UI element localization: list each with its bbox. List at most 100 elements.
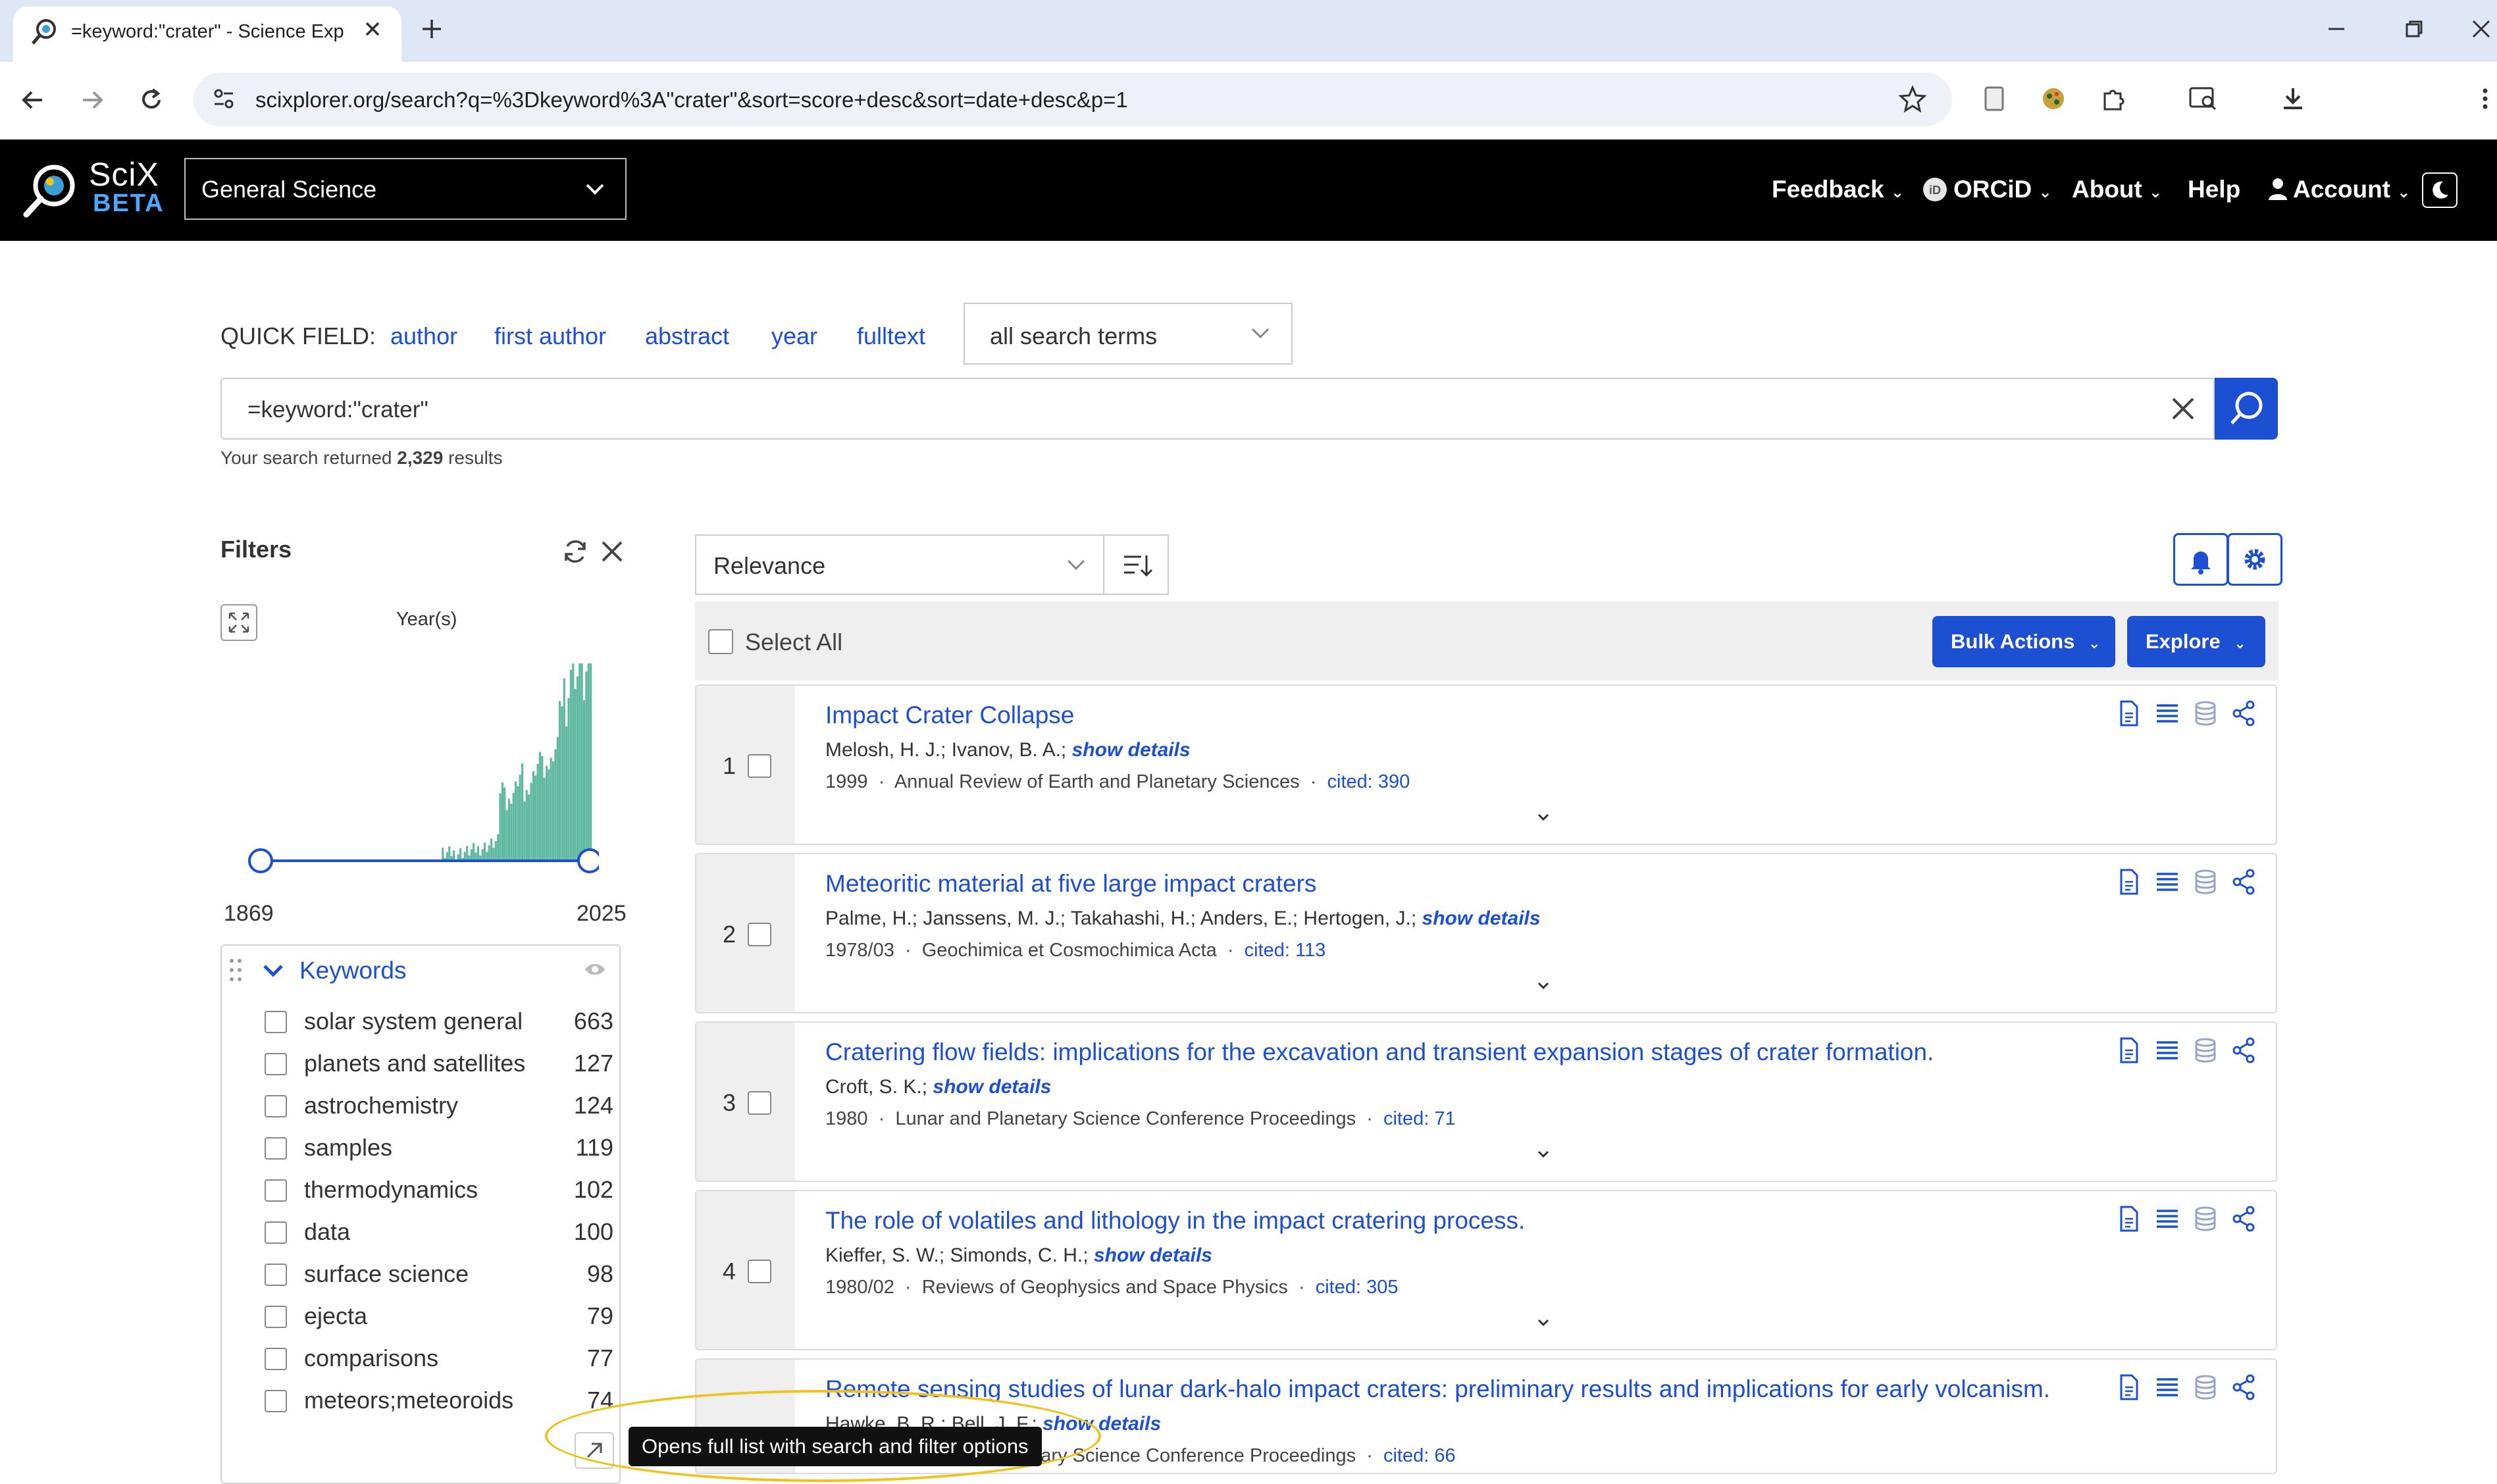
share-icon[interactable] [2229,1036,2258,1065]
share-icon[interactable] [2229,1204,2258,1233]
eye-icon[interactable] [583,959,607,979]
keyword-checkbox[interactable] [265,1179,287,1202]
file-icon[interactable] [2115,1204,2141,1233]
tab-search-icon[interactable] [2188,84,2219,113]
restore-icon[interactable] [2401,16,2427,42]
nav-feedback[interactable]: Feedback ⌄ [1772,174,1904,208]
forward-icon[interactable] [78,86,107,115]
result-title[interactable]: Remote sensing studies of lunar dark-hal… [825,1374,2050,1404]
keyword-checkbox[interactable] [265,1053,287,1075]
keyword-row[interactable]: meteors;meteoroids 74 [265,1385,613,1418]
keyword-checkbox[interactable] [265,1348,287,1370]
bookmark-star-icon[interactable] [1898,84,1927,113]
quick-field-first-author[interactable]: first author [494,322,606,351]
keyword-row[interactable]: comparisons 77 [265,1343,613,1375]
list-icon[interactable] [2153,1373,2182,1402]
keyword-row[interactable]: astrochemistry 124 [265,1090,613,1123]
database-icon[interactable] [2191,699,2220,728]
show-details-link[interactable]: show details [1422,908,1541,929]
share-icon[interactable] [2229,867,2258,896]
minimize-icon[interactable] [2323,16,2350,42]
extension-cookie-icon[interactable] [2039,84,2068,113]
download-icon[interactable] [2278,84,2307,113]
cited-link[interactable]: cited: 390 [1327,771,1410,792]
scix-logo-icon[interactable] [21,158,82,218]
extensions-puzzle-icon[interactable] [2099,84,2128,113]
keyword-checkbox[interactable] [265,1390,287,1412]
keyword-row[interactable]: surface science 98 [265,1258,613,1291]
result-title[interactable]: Meteoritic material at five large impact… [825,869,1316,899]
result-title[interactable]: Impact Crater Collapse [825,700,1074,730]
keyword-checkbox[interactable] [265,1264,287,1286]
clear-search-icon[interactable] [2169,395,2197,422]
show-details-link[interactable]: show details [933,1076,1051,1098]
reader-mode-icon[interactable] [1980,84,2009,113]
database-icon[interactable] [2191,867,2220,896]
result-checkbox[interactable] [748,754,771,778]
bulk-actions-button[interactable]: Bulk Actions ⌄ [1932,616,2115,667]
quick-field-year[interactable]: year [771,322,817,351]
list-icon[interactable] [2153,1036,2182,1065]
keyword-checkbox[interactable] [265,1221,287,1244]
notifications-button[interactable] [2173,533,2228,586]
year-range-max-handle[interactable] [577,848,599,873]
show-details-link[interactable]: show details [1072,739,1191,761]
quick-field-abstract[interactable]: abstract [645,322,729,351]
show-details-link[interactable]: show details [1094,1244,1212,1266]
search-button[interactable] [2215,378,2278,440]
keyword-checkbox[interactable] [265,1011,287,1033]
result-checkbox[interactable] [748,1091,771,1115]
result-expand-icon[interactable] [1532,1146,1555,1162]
keyword-row[interactable]: ejecta 79 [265,1300,613,1333]
list-icon[interactable] [2153,699,2182,728]
keyword-row[interactable]: samples 119 [265,1132,613,1165]
close-filters-icon[interactable] [599,538,625,565]
nav-account[interactable]: Account ⌄ [2293,174,2410,208]
keyword-checkbox[interactable] [265,1306,287,1328]
settings-button[interactable] [2227,533,2282,586]
database-icon[interactable] [2191,1036,2220,1065]
nav-help[interactable]: Help [2188,174,2240,205]
result-title[interactable]: The role of volatiles and lithology in t… [825,1206,1525,1236]
file-icon[interactable] [2115,699,2141,728]
result-expand-icon[interactable] [1532,809,1555,825]
reset-filters-icon[interactable] [561,537,590,566]
select-all-label[interactable]: Select All [745,628,842,657]
site-info-icon[interactable] [209,84,238,113]
file-icon[interactable] [2115,1373,2141,1402]
database-icon[interactable] [2191,1204,2220,1233]
year-expand-button[interactable] [220,604,257,641]
quick-field-author[interactable]: author [390,322,457,351]
result-checkbox[interactable] [748,1260,771,1283]
result-checkbox[interactable] [748,923,771,946]
tab-close-icon[interactable] [361,17,384,41]
window-close-icon[interactable] [2468,16,2494,42]
keyword-row[interactable]: data 100 [265,1216,613,1249]
keyword-row[interactable]: planets and satellites 127 [265,1048,613,1081]
search-input[interactable] [220,378,2215,440]
share-icon[interactable] [2229,699,2258,728]
keyword-row[interactable]: solar system general 663 [265,1006,613,1038]
quick-field-fulltext[interactable]: fulltext [857,322,925,351]
cited-link[interactable]: cited: 113 [1245,940,1326,961]
keyword-row[interactable]: thermodynamics 102 [265,1174,613,1207]
result-expand-icon[interactable] [1532,1315,1555,1331]
database-icon[interactable] [2191,1373,2220,1402]
file-icon[interactable] [2115,867,2141,896]
drag-handle-icon[interactable] [228,957,244,985]
year-range-min-handle[interactable] [248,848,273,873]
keyword-checkbox[interactable] [265,1137,287,1160]
keywords-title[interactable]: Keywords [299,956,406,985]
explore-button[interactable]: Explore ⌄ [2127,616,2265,667]
result-title[interactable]: Cratering flow fields: implications for … [825,1037,1934,1067]
keyword-checkbox[interactable] [265,1095,287,1117]
result-expand-icon[interactable] [1532,978,1555,994]
year-histogram[interactable] [244,652,599,882]
cited-link[interactable]: cited: 71 [1383,1108,1456,1129]
file-icon[interactable] [2115,1036,2141,1065]
nav-about[interactable]: About ⌄ [2072,174,2162,208]
dark-mode-toggle[interactable] [2422,172,2458,208]
browser-menu-icon[interactable] [2479,84,2492,113]
reload-icon[interactable] [137,86,166,115]
back-icon[interactable] [18,86,47,115]
